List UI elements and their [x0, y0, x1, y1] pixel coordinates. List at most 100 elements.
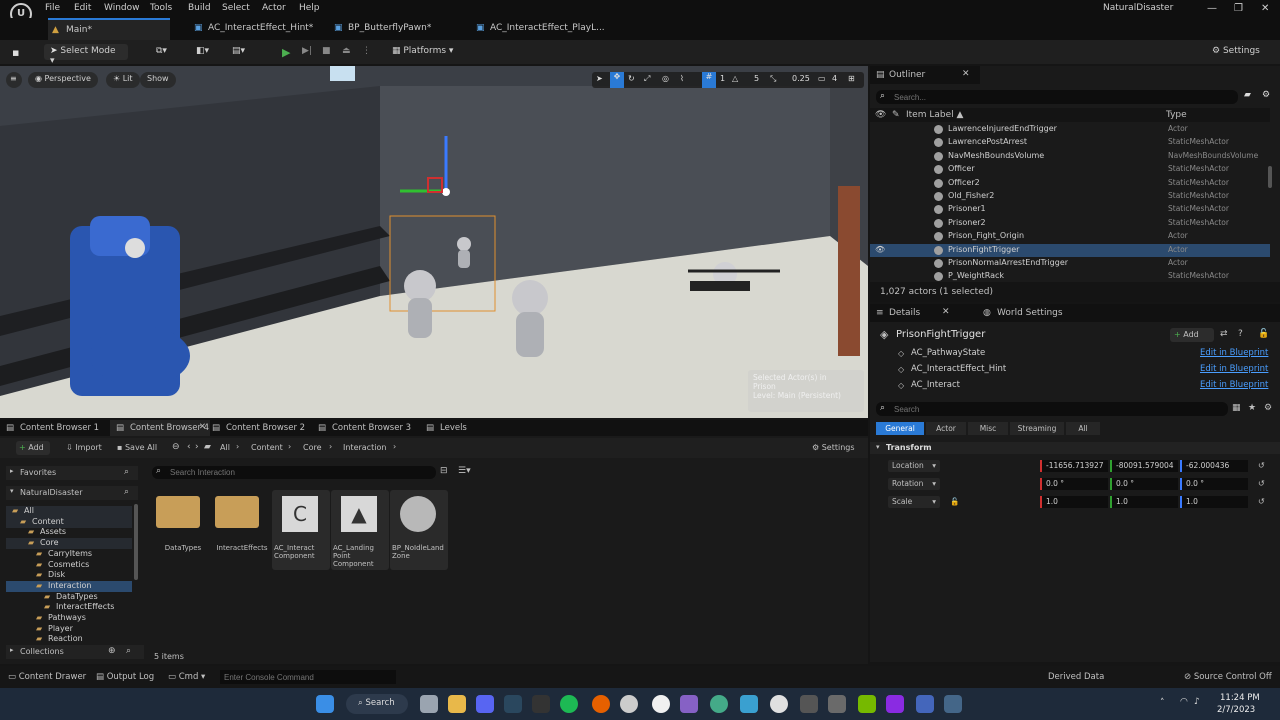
select-tool-icon[interactable]: ➤	[596, 74, 603, 83]
eject-icon[interactable]: ⏏	[336, 44, 357, 60]
close-button[interactable]: ✕	[1261, 3, 1269, 14]
tree-item[interactable]: ▰ Player	[6, 624, 132, 635]
outliner-scrollbar[interactable]	[1268, 166, 1272, 188]
breadcrumb-content[interactable]: Content	[251, 443, 283, 452]
app4-icon[interactable]	[916, 695, 934, 713]
windows-start-icon[interactable]	[316, 695, 334, 713]
derived-data-button[interactable]: Derived Data	[1048, 672, 1104, 682]
github-icon[interactable]	[770, 695, 788, 713]
maximize-viewport-icon[interactable]: ⊞	[848, 74, 855, 83]
console-input[interactable]	[220, 670, 396, 684]
rotation-snap-icon[interactable]: △	[732, 74, 738, 83]
transform-rotation-dropdown[interactable]: Rotation ▾	[888, 478, 940, 490]
eye-icon[interactable]: 👁	[875, 245, 885, 254]
eye-icon[interactable]: 👁	[875, 110, 886, 120]
import-button[interactable]: ⇩ Import	[66, 443, 102, 452]
task-view-icon[interactable]	[420, 695, 438, 713]
close-icon[interactable]: ✕	[199, 422, 206, 432]
details-settings-icon[interactable]: ⚙	[1264, 403, 1272, 413]
reset-icon[interactable]: ↺	[1258, 497, 1265, 506]
history-icon[interactable]: ⊖	[172, 442, 180, 452]
outliner-row[interactable]: LawrenceInjuredEndTrigger Actor	[870, 123, 1270, 136]
breadcrumb-core[interactable]: Core	[303, 443, 322, 452]
tree-item[interactable]: ▰ Pathways	[6, 613, 132, 624]
select-mode-dropdown[interactable]: ➤ Select Mode ▾	[44, 44, 128, 66]
tree-item[interactable]: ▰ Content	[6, 516, 132, 528]
outliner-row[interactable]: PrisonNormalArrestEndTrigger Actor	[870, 257, 1270, 270]
menu-select[interactable]: Select	[222, 3, 250, 13]
add-actor-icon[interactable]: ⧉▾	[150, 44, 173, 60]
outliner-settings-icon[interactable]: ⚙	[1262, 90, 1270, 100]
transform-section-header[interactable]: ▾ Transform	[870, 442, 1280, 454]
tab-butterfly-pawn[interactable]: ▣ BP_ButterflyPawn*	[330, 18, 470, 40]
tree-item[interactable]: ▰ Assets	[6, 527, 132, 538]
rotate-tool-icon[interactable]: ↻	[628, 74, 635, 83]
cinematics-icon[interactable]: ▤▾	[226, 44, 251, 60]
tree-item[interactable]: ▰ DataTypes	[6, 592, 132, 603]
lock-icon[interactable]: 🔓	[1258, 329, 1269, 339]
cmd-dropdown[interactable]: ▭ Cmd ▾	[168, 672, 205, 682]
close-icon[interactable]: ✕	[942, 307, 950, 317]
firefox-icon[interactable]	[592, 695, 610, 713]
details-search[interactable]: ⌕	[876, 402, 1228, 416]
menu-file[interactable]: File	[45, 3, 60, 13]
tray-chevron-icon[interactable]: ˄	[1160, 698, 1165, 708]
perspective-button[interactable]: ◉ Perspective	[28, 72, 98, 88]
asset-tile[interactable]: ▲ AC_Landing Point Component	[331, 490, 389, 570]
menu-window[interactable]: Window	[104, 3, 140, 13]
world-space-icon[interactable]: ◎	[662, 74, 669, 83]
discord-icon[interactable]	[476, 695, 494, 713]
close-icon[interactable]: ✕	[962, 69, 970, 79]
search-icon[interactable]: ⌕	[124, 487, 129, 497]
spotify-icon[interactable]	[560, 695, 578, 713]
toolbar-settings-button[interactable]: ⚙ Settings	[1206, 44, 1266, 60]
save-search-icon[interactable]: ⊟	[440, 466, 448, 476]
chat-app-icon[interactable]	[740, 695, 758, 713]
chrome-icon[interactable]	[620, 695, 638, 713]
epic-games-icon[interactable]	[532, 695, 550, 713]
scale-snap-value[interactable]: 0.25	[792, 74, 810, 83]
outliner-row[interactable]: 👁 PrisonFightTrigger Actor	[870, 243, 1270, 257]
edit-in-blueprint-link[interactable]: Edit in Blueprint	[1200, 364, 1268, 374]
output-log-button[interactable]: ▤ Output Log	[96, 672, 154, 682]
transform-y-field[interactable]: 0.0 °	[1110, 478, 1178, 490]
outliner-search[interactable]: ⌕	[876, 90, 1238, 104]
play-options-icon[interactable]: ⋮	[356, 44, 377, 60]
outliner-row[interactable]: NavMeshBoundsVolume NavMeshBoundsVolume	[870, 150, 1270, 163]
wifi-icon[interactable]: ◠	[1180, 697, 1188, 707]
level-viewport[interactable]: ≡ ◉ Perspective ☀ Lit Show ➤ ✥ ↻ ⤢ ◎ ⌇ #…	[0, 66, 868, 418]
volume-icon[interactable]: ♪	[1194, 697, 1200, 707]
show-button[interactable]: Show	[140, 72, 176, 88]
tab-interact-effect-hint[interactable]: ▣ AC_InteractEffect_Hint*	[190, 18, 330, 40]
transform-x-field[interactable]: 1.0	[1040, 496, 1108, 508]
surface-snap-icon[interactable]: ⌇	[680, 74, 684, 83]
component-name[interactable]: AC_InteractEffect_Hint	[911, 364, 1006, 374]
menu-help[interactable]: Help	[299, 3, 320, 13]
translate-tool-icon[interactable]: ✥	[610, 72, 624, 88]
project-header[interactable]: ▾ NaturalDisaster ⌕	[6, 486, 138, 500]
scale-snap-icon[interactable]: ⤡	[770, 74, 776, 84]
transform-scale-dropdown[interactable]: Scale ▾	[888, 496, 940, 508]
tree-item[interactable]: ▰ All	[6, 506, 132, 517]
taskbar-search[interactable]: ⌕ Search	[346, 694, 408, 714]
outliner-row[interactable]: LawrencePostArrest StaticMeshActor	[870, 136, 1270, 149]
component-name[interactable]: AC_PathwayState	[911, 348, 985, 358]
steam-icon[interactable]	[504, 695, 522, 713]
tree-item[interactable]: ▰ Disk	[6, 570, 132, 581]
collections-header[interactable]: ▸ Collections ⊕ ⌕	[6, 645, 144, 659]
app3-icon[interactable]	[828, 695, 846, 713]
source-control-button[interactable]: ⊘ Source Control Off	[1184, 672, 1272, 682]
pin-icon[interactable]: ✎	[892, 110, 900, 120]
minimize-button[interactable]: —	[1207, 3, 1217, 14]
save-icon[interactable]: ▪	[6, 44, 25, 60]
outliner-row[interactable]: Prisoner1 StaticMeshActor	[870, 203, 1270, 216]
transform-y-field[interactable]: 1.0	[1110, 496, 1178, 508]
back-icon[interactable]: ‹	[187, 442, 191, 452]
details-search-input[interactable]	[894, 402, 1214, 416]
camera-speed-value[interactable]: 4	[832, 74, 837, 83]
transform-z-field[interactable]: 0.0 °	[1180, 478, 1248, 490]
rotation-snap-value[interactable]: 5	[754, 74, 759, 83]
camera-speed-icon[interactable]: ▭	[818, 74, 826, 83]
tree-scrollbar[interactable]	[134, 504, 138, 580]
menu-tools[interactable]: Tools	[150, 3, 172, 13]
